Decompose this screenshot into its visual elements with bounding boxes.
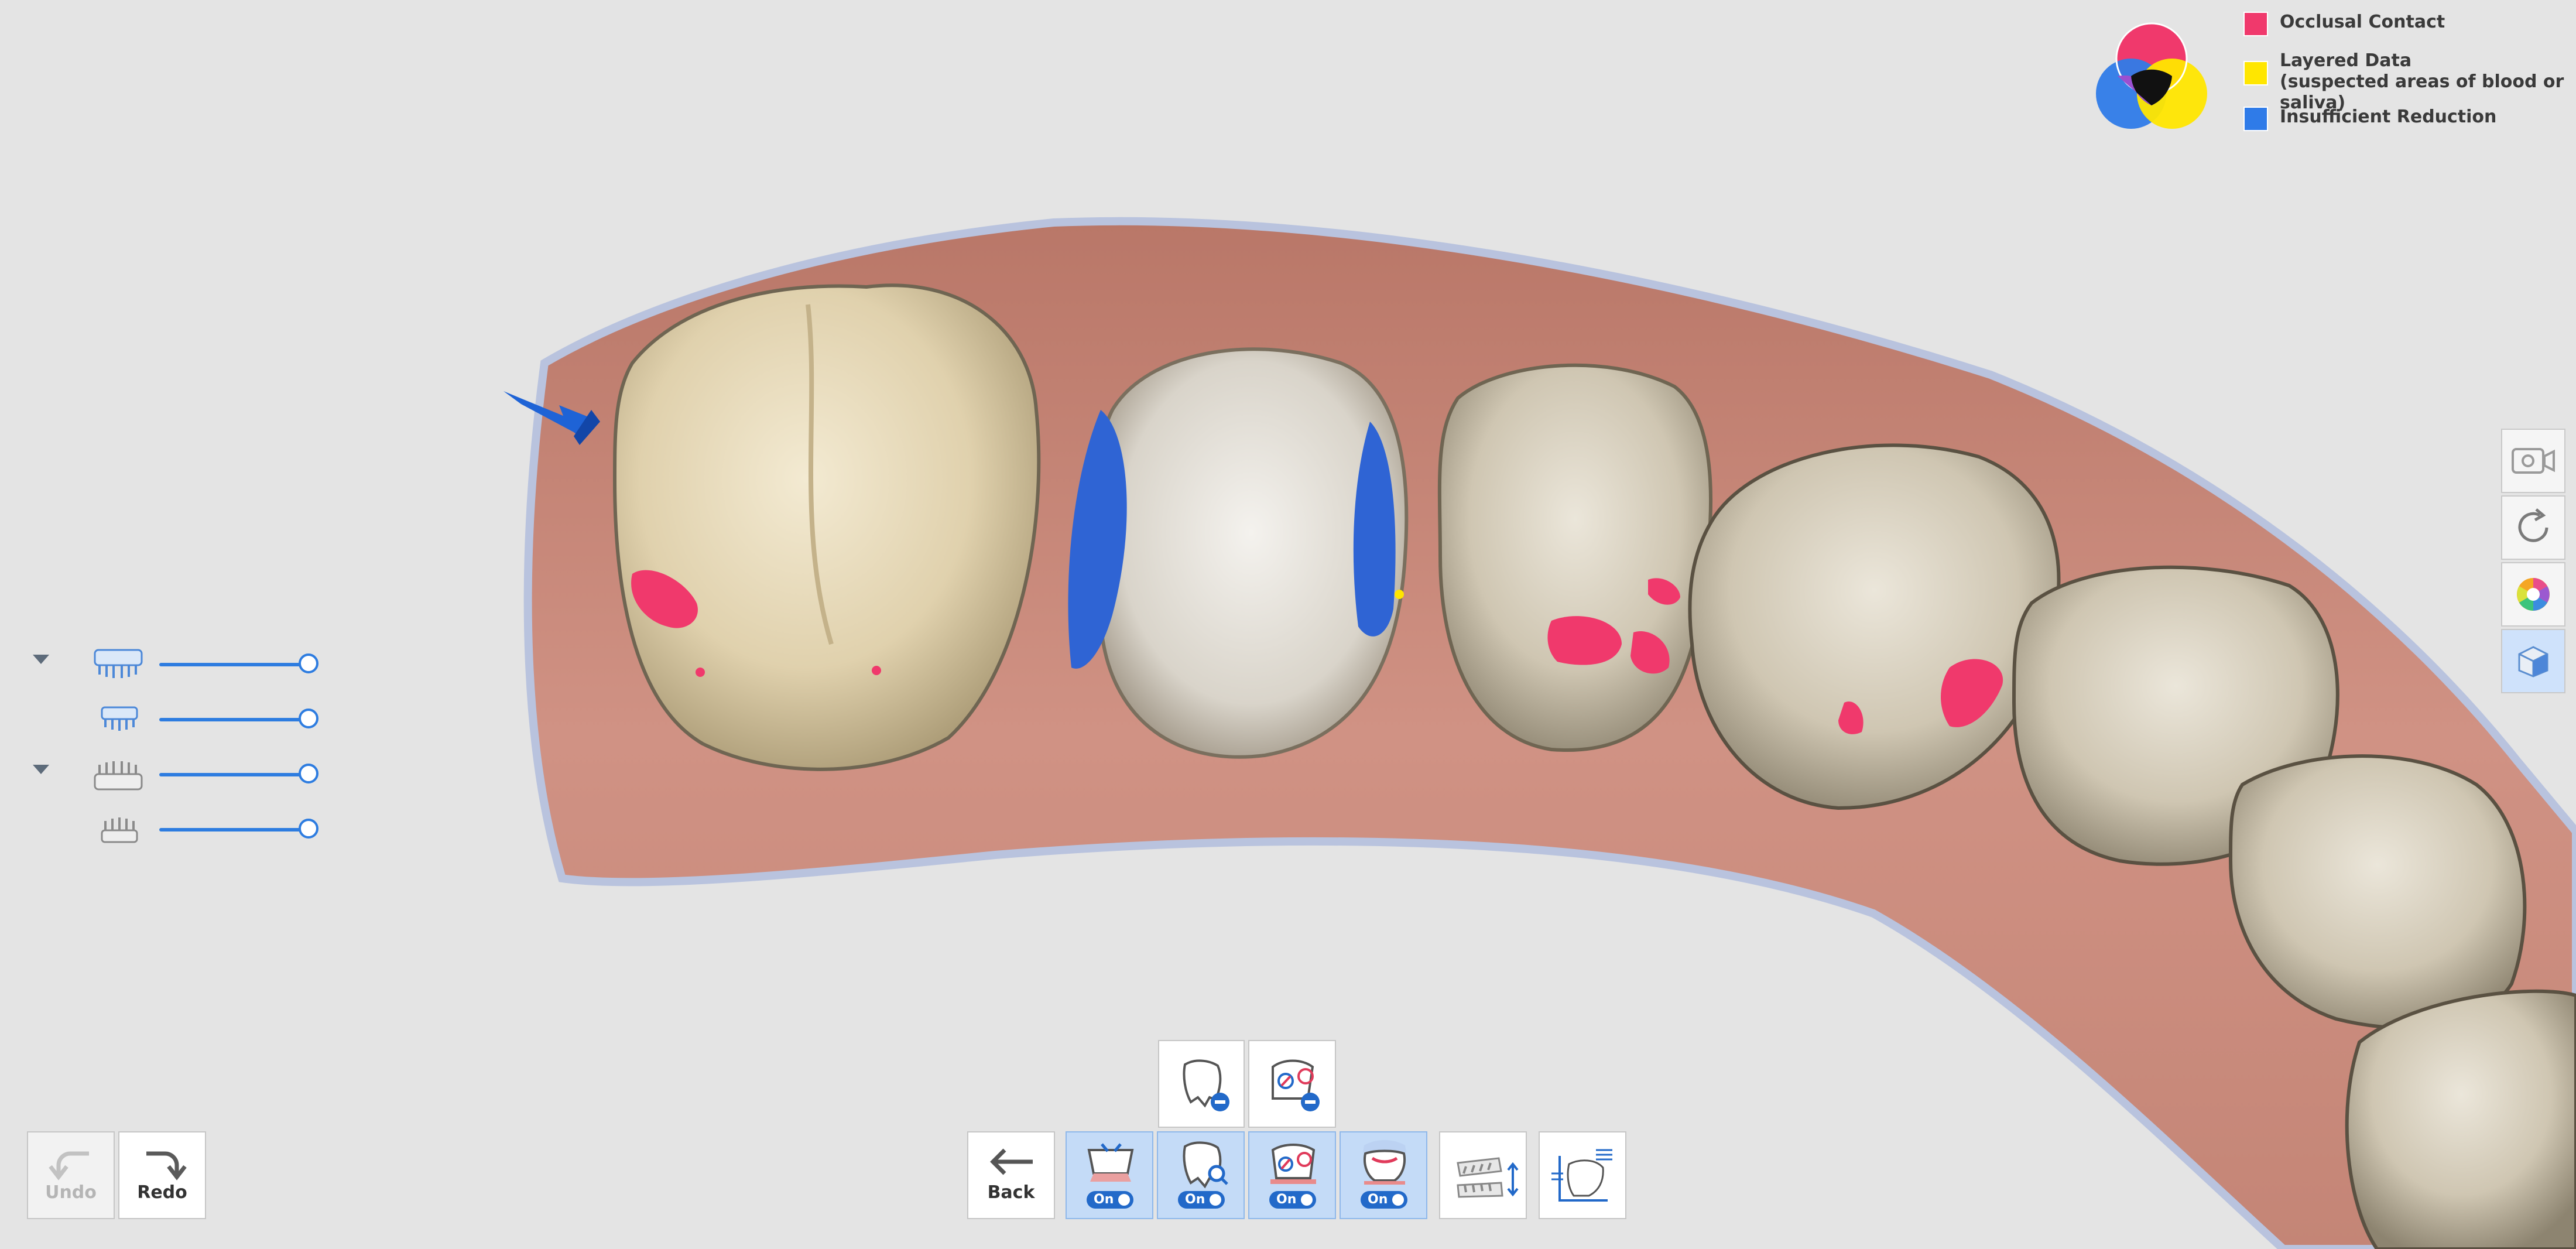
redo-label: Redo — [137, 1182, 187, 1203]
layer-row-upper-jaw — [23, 644, 340, 685]
tooth-molar-1 — [612, 283, 1041, 771]
lower-prep-icon[interactable] — [94, 814, 143, 846]
on-toggle: On — [1087, 1191, 1133, 1209]
legend-swatch-occlusal — [2243, 12, 2268, 36]
on-label: On — [1094, 1192, 1114, 1207]
legend-swatch-layered — [2243, 61, 2268, 85]
legend-label: Occlusal Contact — [2280, 12, 2445, 32]
upper-prep-icon[interactable] — [94, 704, 143, 735]
remove-contact-tool-button[interactable] — [1158, 1040, 1245, 1128]
legend-label: Insufficient Reduction — [2280, 107, 2497, 127]
opacity-slider-knob[interactable] — [299, 764, 318, 783]
tooth-check-minus-icon — [1272, 1059, 1320, 1111]
on-toggle: On — [1361, 1191, 1407, 1209]
color-wheel-icon — [2517, 578, 2550, 611]
legend-item-reduction: Insufficient Reduction — [2243, 107, 2496, 131]
tooth-incisor-2 — [2345, 989, 2576, 1249]
color-venn-icon — [2096, 22, 2207, 129]
legend-label: Layered Data (suspected areas of blood o… — [2280, 50, 2564, 113]
layer-row-lower-jaw — [23, 754, 340, 795]
redo-arrow-icon — [146, 1151, 187, 1180]
video-camera-icon — [2512, 448, 2555, 474]
screen-record-button[interactable] — [2501, 429, 2565, 493]
opacity-slider-knob[interactable] — [299, 653, 318, 673]
upper-jaw-icon[interactable] — [94, 649, 143, 680]
opacity-slider-track[interactable] — [159, 663, 310, 666]
reset-view-button[interactable] — [2501, 495, 2565, 560]
legend-item-occlusal: Occlusal Contact — [2243, 12, 2445, 36]
undo-arrow-icon — [49, 1151, 89, 1180]
margin-tool-button[interactable] — [1539, 1131, 1626, 1219]
expand-arrow-icon[interactable] — [33, 765, 49, 774]
occlusion-toggle-button[interactable]: On — [1066, 1131, 1153, 1219]
lower-jaw-icon[interactable] — [94, 759, 143, 791]
layer-row-upper-prep — [23, 699, 340, 740]
back-button[interactable]: Back — [967, 1131, 1055, 1219]
color-mode-button[interactable] — [2501, 562, 2565, 627]
back-label: Back — [987, 1182, 1035, 1203]
opacity-slider-track[interactable] — [159, 773, 310, 776]
on-toggle: On — [1269, 1191, 1316, 1209]
legend-swatch-reduction — [2243, 107, 2268, 131]
margin-edit-icon — [1551, 1149, 1612, 1202]
opacity-slider-knob[interactable] — [299, 819, 318, 839]
left-arrow-icon — [990, 1148, 1033, 1175]
redo-button[interactable]: Redo — [118, 1131, 206, 1219]
occlusion-icon — [1087, 1143, 1134, 1182]
color-legend: Occlusal Contact Layered Data (suspected… — [2090, 12, 2570, 141]
opacity-slider-track[interactable] — [159, 718, 310, 721]
remove-undercut-tool-button[interactable] — [1248, 1040, 1336, 1128]
cube-icon — [2518, 646, 2548, 677]
tooth-magnifier-icon — [1183, 1141, 1228, 1189]
on-toggle: On — [1178, 1191, 1225, 1209]
reduction-icon — [1363, 1140, 1406, 1185]
tooth-minus-icon — [1183, 1059, 1229, 1111]
inspect-toggle-button[interactable]: On — [1157, 1131, 1245, 1219]
on-label: On — [1276, 1192, 1297, 1207]
layered-data-spot — [1395, 590, 1404, 599]
jaw-icon — [1457, 1157, 1519, 1198]
texture-mode-button[interactable] — [2501, 629, 2565, 693]
undercut-icon — [1270, 1144, 1316, 1184]
expand-arrow-icon[interactable] — [33, 655, 49, 664]
opacity-slider-knob[interactable] — [299, 709, 318, 728]
on-label: On — [1185, 1192, 1205, 1207]
undo-button[interactable]: Undo — [27, 1131, 115, 1219]
undercut-toggle-button[interactable]: On — [1248, 1131, 1336, 1219]
legend-item-layered: Layered Data (suspected areas of blood o… — [2243, 50, 2570, 114]
tooth-premolar-1 — [1437, 363, 1712, 752]
jaw-open-button[interactable] — [1439, 1131, 1527, 1219]
on-label: On — [1368, 1192, 1388, 1207]
layer-visibility-panel — [23, 644, 340, 867]
opacity-slider-track[interactable] — [159, 828, 310, 831]
undo-label: Undo — [45, 1182, 97, 1203]
layer-row-lower-prep — [23, 809, 340, 850]
reduction-toggle-button[interactable]: On — [1340, 1131, 1427, 1219]
rotate-icon — [2518, 508, 2548, 542]
